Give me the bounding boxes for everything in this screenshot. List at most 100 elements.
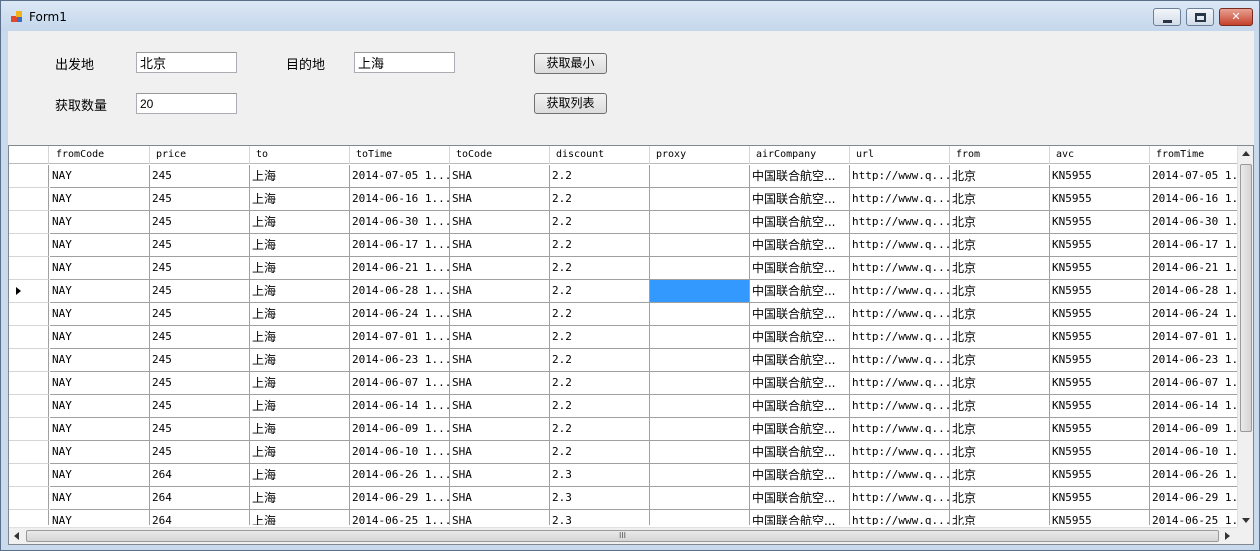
table-row[interactable]: NAY 245 上海 2014-06-24 1... SHA 2.2 中国联合航空... ht… <box>9 303 1237 326</box>
table-row[interactable]: NAY 245 上海 2014-06-09 1... SHA 2.2 中国联合航空... ht… <box>9 418 1237 441</box>
cell-avc[interactable]: KN5955 <box>1050 188 1150 211</box>
cell-from[interactable]: 北京 <box>950 372 1050 395</box>
cell-price[interactable]: 245 <box>150 303 250 326</box>
cell-proxy[interactable] <box>650 349 750 372</box>
cell-price[interactable]: 245 <box>150 372 250 395</box>
cell-toCode[interactable]: SHA <box>450 349 550 372</box>
cell-proxy[interactable] <box>650 487 750 510</box>
cell-airCompany[interactable]: 中国联合航空... <box>750 165 850 188</box>
horizontal-scroll-thumb[interactable]: III <box>26 530 1219 542</box>
row-header[interactable] <box>9 280 49 303</box>
cell-fromCode[interactable]: NAY <box>50 165 150 188</box>
cell-toCode[interactable]: SHA <box>450 257 550 280</box>
cell-toCode[interactable]: SHA <box>450 234 550 257</box>
cell-toCode[interactable]: SHA <box>450 464 550 487</box>
cell-proxy[interactable] <box>650 326 750 349</box>
cell-proxy[interactable] <box>650 395 750 418</box>
cell-fromTime[interactable]: 2014-06-25 1... <box>1150 510 1237 525</box>
title-bar[interactable]: Form1 ✕ <box>1 1 1259 31</box>
cell-discount[interactable]: 2.2 <box>550 280 650 303</box>
cell-proxy[interactable] <box>650 303 750 326</box>
cell-price[interactable]: 264 <box>150 464 250 487</box>
cell-toTime[interactable]: 2014-06-24 1... <box>350 303 450 326</box>
cell-toTime[interactable]: 2014-06-29 1... <box>350 487 450 510</box>
cell-proxy[interactable] <box>650 510 750 525</box>
cell-discount[interactable]: 2.3 <box>550 487 650 510</box>
cell-discount[interactable]: 2.2 <box>550 349 650 372</box>
cell-toTime[interactable]: 2014-06-23 1... <box>350 349 450 372</box>
cell-url[interactable]: http://www.q... <box>850 257 950 280</box>
cell-fromTime[interactable]: 2014-07-01 1... <box>1150 326 1237 349</box>
cell-from[interactable]: 北京 <box>950 510 1050 525</box>
cell-avc[interactable]: KN5955 <box>1050 211 1150 234</box>
cell-fromTime[interactable]: 2014-06-26 1... <box>1150 464 1237 487</box>
cell-to[interactable]: 上海 <box>250 372 350 395</box>
cell-to[interactable]: 上海 <box>250 487 350 510</box>
column-header-toCode[interactable]: toCode <box>450 146 550 164</box>
cell-to[interactable]: 上海 <box>250 418 350 441</box>
scroll-down-icon[interactable] <box>1242 518 1250 523</box>
cell-airCompany[interactable]: 中国联合航空... <box>750 372 850 395</box>
cell-discount[interactable]: 2.2 <box>550 441 650 464</box>
row-header-corner[interactable] <box>9 146 49 164</box>
cell-airCompany[interactable]: 中国联合航空... <box>750 211 850 234</box>
row-header[interactable] <box>9 395 49 418</box>
cell-price[interactable]: 245 <box>150 349 250 372</box>
cell-from[interactable]: 北京 <box>950 418 1050 441</box>
cell-toCode[interactable]: SHA <box>450 441 550 464</box>
cell-toTime[interactable]: 2014-06-14 1... <box>350 395 450 418</box>
cell-discount[interactable]: 2.3 <box>550 510 650 525</box>
cell-discount[interactable]: 2.2 <box>550 418 650 441</box>
table-row[interactable]: NAY 245 上海 2014-07-05 1... SHA 2.2 中国联合航空... ht… <box>9 165 1237 188</box>
to-input[interactable] <box>354 52 455 73</box>
cell-toCode[interactable]: SHA <box>450 280 550 303</box>
vertical-scroll-thumb[interactable] <box>1240 164 1252 432</box>
cell-url[interactable]: http://www.q... <box>850 280 950 303</box>
cell-airCompany[interactable]: 中国联合航空... <box>750 234 850 257</box>
maximize-button[interactable] <box>1186 8 1214 26</box>
table-row[interactable]: NAY 264 上海 2014-06-29 1... SHA 2.3 中国联合航空... ht… <box>9 487 1237 510</box>
cell-proxy[interactable] <box>650 165 750 188</box>
cell-price[interactable]: 264 <box>150 487 250 510</box>
cell-proxy[interactable] <box>650 257 750 280</box>
cell-from[interactable]: 北京 <box>950 257 1050 280</box>
cell-fromCode[interactable]: NAY <box>50 418 150 441</box>
cell-avc[interactable]: KN5955 <box>1050 303 1150 326</box>
cell-avc[interactable]: KN5955 <box>1050 234 1150 257</box>
cell-fromCode[interactable]: NAY <box>50 188 150 211</box>
cell-url[interactable]: http://www.q... <box>850 234 950 257</box>
cell-to[interactable]: 上海 <box>250 326 350 349</box>
row-header[interactable] <box>9 165 49 188</box>
cell-discount[interactable]: 2.2 <box>550 257 650 280</box>
cell-from[interactable]: 北京 <box>950 165 1050 188</box>
table-row[interactable]: NAY 245 上海 2014-06-21 1... SHA 2.2 中国联合航空... ht… <box>9 257 1237 280</box>
cell-fromTime[interactable]: 2014-07-05 1... <box>1150 165 1237 188</box>
from-input[interactable] <box>136 52 237 73</box>
cell-price[interactable]: 264 <box>150 510 250 525</box>
cell-from[interactable]: 北京 <box>950 280 1050 303</box>
cell-price[interactable]: 245 <box>150 326 250 349</box>
flights-data-grid[interactable]: fromCode price to toTime toCode discount proxy… <box>8 145 1254 545</box>
cell-airCompany[interactable]: 中国联合航空... <box>750 349 850 372</box>
column-header-to[interactable]: to <box>250 146 350 164</box>
column-header-price[interactable]: price <box>150 146 250 164</box>
cell-airCompany[interactable]: 中国联合航空... <box>750 418 850 441</box>
cell-proxy[interactable] <box>650 211 750 234</box>
cell-airCompany[interactable]: 中国联合航空... <box>750 464 850 487</box>
cell-url[interactable]: http://www.q... <box>850 372 950 395</box>
cell-avc[interactable]: KN5955 <box>1050 372 1150 395</box>
row-header[interactable] <box>9 257 49 280</box>
cell-avc[interactable]: KN5955 <box>1050 349 1150 372</box>
cell-toCode[interactable]: SHA <box>450 395 550 418</box>
cell-fromCode[interactable]: NAY <box>50 211 150 234</box>
cell-to[interactable]: 上海 <box>250 165 350 188</box>
cell-url[interactable]: http://www.q... <box>850 441 950 464</box>
cell-to[interactable]: 上海 <box>250 234 350 257</box>
cell-to[interactable]: 上海 <box>250 188 350 211</box>
cell-airCompany[interactable]: 中国联合航空... <box>750 510 850 525</box>
cell-toTime[interactable]: 2014-06-26 1... <box>350 464 450 487</box>
cell-airCompany[interactable]: 中国联合航空... <box>750 395 850 418</box>
get-list-button[interactable]: 获取列表 <box>534 93 607 114</box>
row-header[interactable] <box>9 303 49 326</box>
row-header[interactable] <box>9 418 49 441</box>
